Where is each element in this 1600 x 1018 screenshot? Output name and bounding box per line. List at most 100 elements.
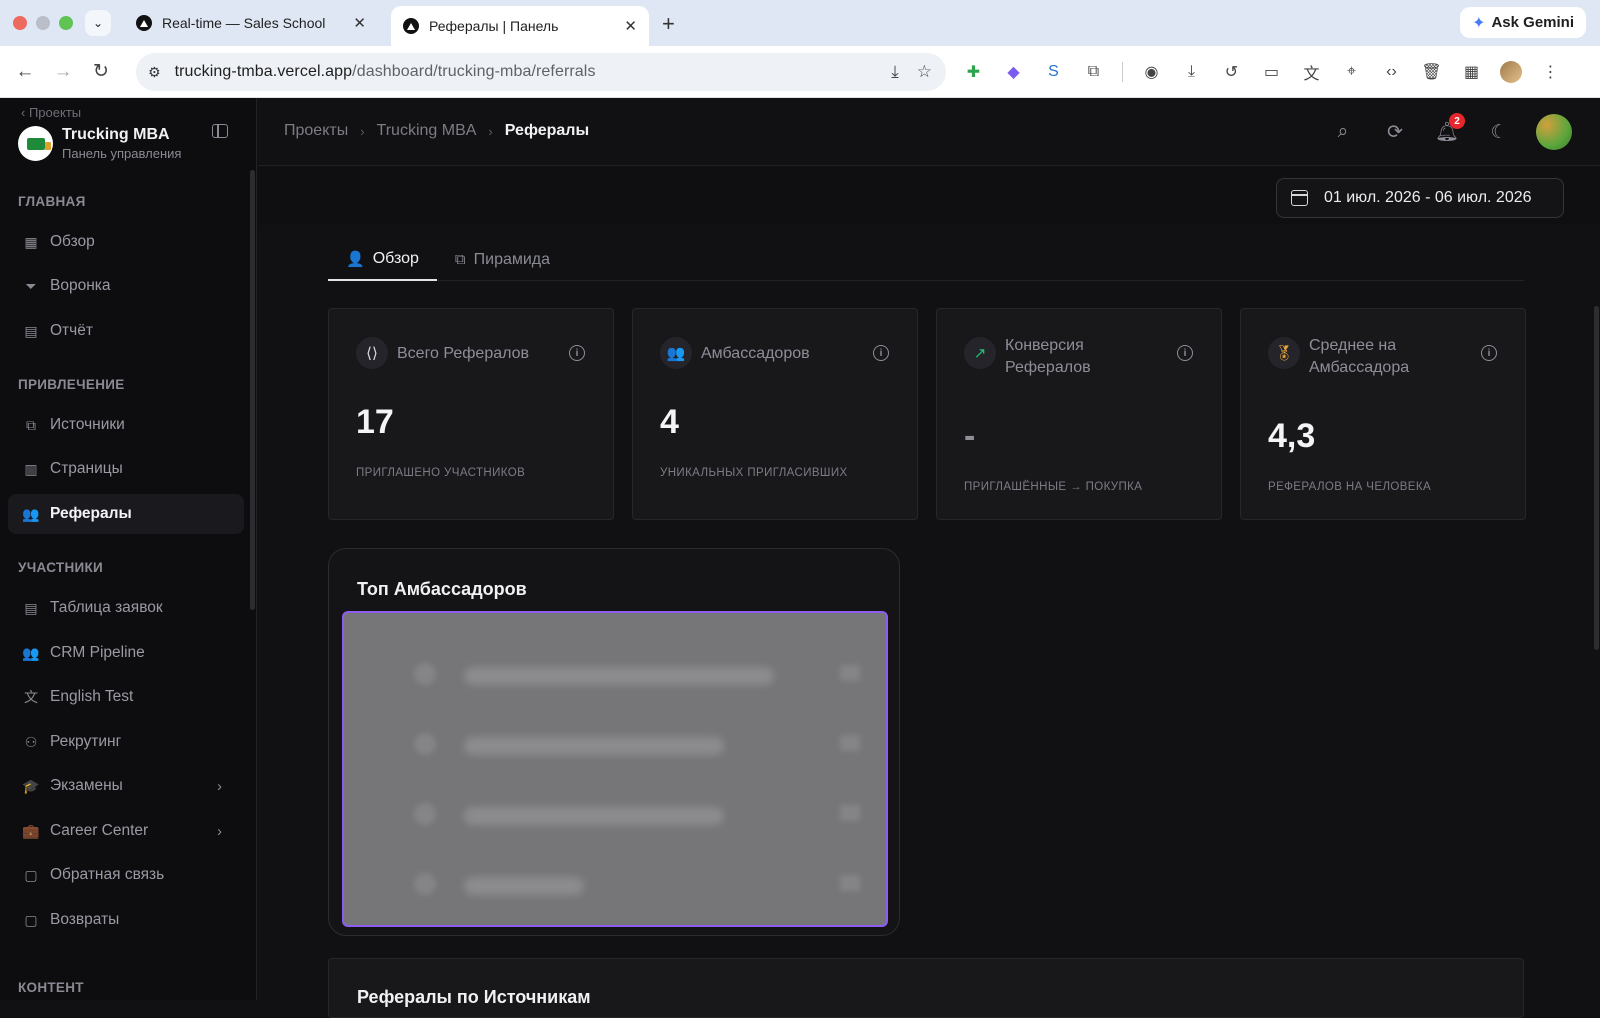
document-icon: ▤ xyxy=(24,599,38,616)
info-icon[interactable]: i xyxy=(1177,345,1193,361)
report-icon: ▤ xyxy=(24,322,38,339)
download-icon[interactable]: ⤓ xyxy=(1180,60,1203,83)
calendar-icon xyxy=(1291,190,1308,206)
info-icon[interactable]: i xyxy=(1481,345,1497,361)
browser-tab-realtime[interactable]: Real-time — Sales School ✕ xyxy=(124,6,378,40)
breadcrumb-current: Рефералы xyxy=(504,122,590,139)
sidebar-item-pages[interactable]: ▥ Страницы xyxy=(8,449,244,489)
sidebar-item-overview[interactable]: ▦ Обзор xyxy=(8,222,244,262)
referrals-by-sources-card: Рефералы по Источникам xyxy=(328,958,1524,1018)
stat-cards: ⟨⟩ Всего Рефералов i 17 Приглашено участ… xyxy=(328,308,1526,520)
truck-logo-icon xyxy=(18,126,53,161)
sidebar-item-feedback[interactable]: ▢ Обратная связь xyxy=(8,855,244,895)
graduation-icon: 🎓 xyxy=(22,777,40,794)
history-icon[interactable]: ↺ xyxy=(1220,60,1243,83)
sidebar-item-crm-pipeline[interactable]: 👥 CRM Pipeline xyxy=(8,633,244,673)
back-to-projects-link[interactable]: ‹ Проекты xyxy=(21,105,81,120)
sidebar-item-exams[interactable]: 🎓 Экзамены › xyxy=(8,766,244,806)
sidebar-item-funnel[interactable]: ⏷ Воронка xyxy=(8,266,244,306)
more-menu-icon[interactable]: ⋮ xyxy=(1539,60,1562,83)
tab-search-dropdown[interactable]: ⌄ xyxy=(85,10,111,36)
minimize-window-button[interactable] xyxy=(36,16,50,30)
maximize-window-button[interactable] xyxy=(59,16,73,30)
moon-theme-icon[interactable]: ☾ xyxy=(1484,117,1514,147)
search-icon[interactable]: ⌕ xyxy=(1328,117,1358,147)
code-icon[interactable]: ‹› xyxy=(1380,60,1403,83)
brand-subtitle: Панель управления xyxy=(62,146,182,161)
sidebar-item-applications-table[interactable]: ▤ Таблица заявок xyxy=(8,588,244,628)
sidebar-item-recruiting[interactable]: ⚇ Рекрутинг xyxy=(8,722,244,762)
list-item xyxy=(344,653,886,693)
message-icon: ▢ xyxy=(24,866,38,883)
browser-toolbar: ← → ↻ ⚙ trucking-tmba.vercel.app/dashboa… xyxy=(0,46,1600,98)
browser-tab-referrals[interactable]: Рефералы | Панель ✕ xyxy=(391,6,649,46)
reload-icon[interactable]: ↻ xyxy=(88,60,114,83)
trending-up-icon: ↗ xyxy=(964,337,996,369)
sidebar-scrollbar[interactable] xyxy=(250,170,255,610)
screenshot-icon[interactable]: ◉ xyxy=(1140,60,1163,83)
new-tab-button[interactable]: + xyxy=(662,11,675,37)
devices-icon[interactable]: ▭ xyxy=(1260,60,1283,83)
browser-tab-bar: ⌄ Real-time — Sales School ✕ Рефералы | … xyxy=(0,0,1600,46)
stat-value: 17 xyxy=(356,403,394,441)
funnel-icon: ⏷ xyxy=(25,277,37,294)
info-icon[interactable]: i xyxy=(569,345,585,361)
brand: Trucking MBA Панель управления xyxy=(18,126,181,161)
close-window-button[interactable] xyxy=(13,16,27,30)
list-item xyxy=(344,793,886,833)
back-arrow-icon[interactable]: ← xyxy=(12,61,38,83)
breadcrumb-project[interactable]: Trucking MBA xyxy=(377,122,477,140)
brand-title: Trucking MBA xyxy=(62,126,170,143)
info-icon[interactable]: i xyxy=(873,345,889,361)
address-bar[interactable]: ⚙ trucking-tmba.vercel.app/dashboard/tru… xyxy=(136,53,946,91)
sidebar-item-english-test[interactable]: 文 English Test xyxy=(8,677,244,717)
user-avatar[interactable] xyxy=(1536,114,1572,150)
sidebar-item-sources[interactable]: ⧉ Источники xyxy=(8,405,244,445)
sidebar-toggle-icon[interactable] xyxy=(212,124,228,138)
section-content: КОНТЕНТ xyxy=(18,980,84,995)
sidebar-item-referrals[interactable]: 👥 Рефералы xyxy=(8,494,244,534)
bell-icon[interactable]: 🔔︎ 2 xyxy=(1432,113,1465,147)
close-tab-icon[interactable]: ✕ xyxy=(353,14,366,32)
close-tab-icon[interactable]: ✕ xyxy=(624,17,637,35)
site-info-icon[interactable]: ⚙ xyxy=(148,64,161,81)
sidebar-item-refunds[interactable]: ▢ Возвраты xyxy=(8,900,244,940)
extensions-puzzle-icon[interactable]: ⧉ xyxy=(1082,60,1105,83)
translate-icon[interactable]: 文 xyxy=(1300,60,1323,83)
date-range-label: 01 июл. 2026 - 06 июл. 2026 xyxy=(1324,189,1532,206)
award-icon: 🏅︎ xyxy=(1268,337,1300,369)
hierarchy-icon: ⧉ xyxy=(454,251,466,268)
date-range-picker[interactable]: 01 июл. 2026 - 06 июл. 2026 xyxy=(1276,178,1564,218)
layout-icon[interactable]: ▦ xyxy=(1460,60,1483,83)
main-scrollbar[interactable] xyxy=(1594,306,1599,650)
bookmark-star-icon[interactable]: ☆ xyxy=(917,62,932,82)
stat-card-ambassadors: 👥 Амбассадоров i 4 Уникальных пригласивш… xyxy=(632,308,918,520)
location-pin-icon[interactable]: ⌖ xyxy=(1340,60,1363,83)
extension-plus-icon[interactable]: ✚ xyxy=(962,60,985,83)
extension-s-icon[interactable]: S xyxy=(1042,60,1065,83)
referrals-by-sources-title: Рефералы по Источникам xyxy=(357,987,591,1007)
refresh-icon[interactable]: ⟳ xyxy=(1380,117,1410,147)
breadcrumb-projects[interactable]: Проекты xyxy=(284,122,348,140)
tab-pyramid[interactable]: ⧉ Пирамида xyxy=(437,238,568,281)
extension-crystal-icon[interactable]: ◆ xyxy=(1002,60,1025,83)
top-ambassadors-title: Топ Амбассадоров xyxy=(357,579,527,599)
ask-gemini-button[interactable]: ✦ Ask Gemini xyxy=(1460,7,1586,38)
briefcase-icon: 💼 xyxy=(22,822,40,839)
toolbar-divider xyxy=(1122,61,1123,82)
forward-arrow-icon[interactable]: → xyxy=(50,61,76,83)
sidebar-item-report[interactable]: ▤ Отчёт xyxy=(8,311,244,351)
browser-profile-avatar[interactable] xyxy=(1500,60,1522,83)
chevron-right-icon: › xyxy=(217,777,222,795)
stat-value: 4 xyxy=(660,403,679,441)
sidebar-item-career-center[interactable]: 💼 Career Center › xyxy=(8,811,244,851)
user-plus-icon: ⚇ xyxy=(24,733,38,750)
trash-icon[interactable]: 🗑 xyxy=(1420,60,1443,83)
tab-overview[interactable]: 👤 Обзор xyxy=(328,238,437,281)
share-icon: ⟨⟩ xyxy=(356,337,388,369)
stat-subtitle: Приглашено участников xyxy=(356,467,526,479)
install-app-icon[interactable]: ⤓ xyxy=(891,62,899,82)
window-controls xyxy=(13,16,73,30)
stat-card-total-referrals: ⟨⟩ Всего Рефералов i 17 Приглашено участ… xyxy=(328,308,614,520)
top-ambassadors-card: Топ Амбассадоров xyxy=(328,548,900,936)
